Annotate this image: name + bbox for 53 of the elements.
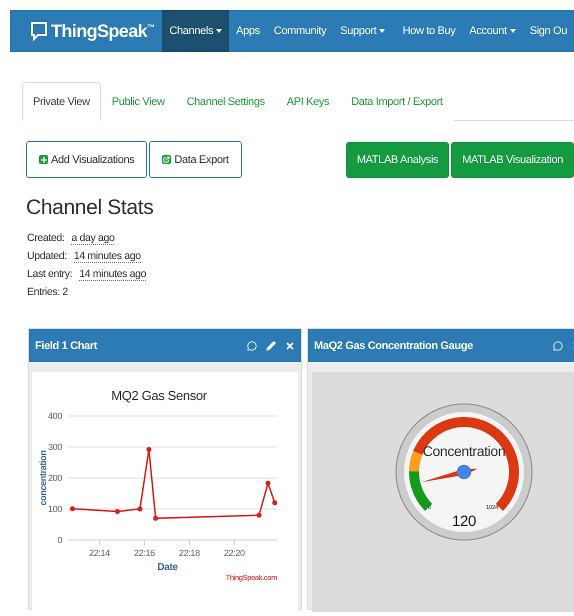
data-point <box>114 508 120 514</box>
stat-value: 14 minutes ago <box>79 268 146 281</box>
comment-icon[interactable] <box>553 340 563 350</box>
chart-title: MQ2 Gas Sensor <box>111 388 207 403</box>
stat-label: Entries: 2 <box>27 286 68 298</box>
speech-bubble-icon <box>30 21 48 41</box>
data-point <box>137 506 142 512</box>
nav-item[interactable]: Apps <box>229 10 267 52</box>
nav-item[interactable]: Support <box>333 10 392 52</box>
section-title: Channel Stats <box>26 196 154 220</box>
stat-label: Updated: <box>27 250 67 263</box>
comment-icon[interactable] <box>247 340 257 350</box>
stat-label: Created: <box>27 232 64 245</box>
action-button[interactable]: Add Visualizations <box>26 141 148 178</box>
y-axis-label: concentration <box>38 450 48 506</box>
y-tick-label: 400 <box>48 411 62 421</box>
nav-item[interactable]: How to Buy <box>396 10 462 52</box>
stat-value: 14 minutes ago <box>74 250 141 263</box>
nav-item[interactable]: Channels <box>162 10 230 52</box>
data-point <box>153 516 158 521</box>
y-tick-label: 300 <box>48 442 62 452</box>
pencil-icon[interactable] <box>266 340 276 350</box>
plus-icon <box>39 155 48 164</box>
data-point <box>256 512 262 518</box>
nav-item[interactable]: Account <box>462 10 523 52</box>
gauge-hub <box>456 464 472 480</box>
y-tick-label: 0 <box>57 535 62 545</box>
action-button[interactable]: Data Export <box>149 141 242 178</box>
close-icon[interactable] <box>285 340 295 350</box>
x-tick-label: 22:20 <box>224 548 245 558</box>
x-tick-label: 22:16 <box>134 548 155 558</box>
tab[interactable]: Private View <box>22 82 101 121</box>
matlab-button[interactable]: MATLAB Visualization <box>451 142 574 178</box>
gauge-label: Concentration <box>422 443 506 459</box>
export-icon <box>162 155 172 164</box>
gauge-reading: 120 <box>452 513 476 530</box>
data-point <box>70 506 75 512</box>
matlab-button[interactable]: MATLAB Analysis <box>346 142 450 178</box>
nav-item[interactable]: Community <box>266 10 334 52</box>
brand-logo[interactable]: ThingSpeak™ <box>10 10 162 52</box>
stat-label: Last entry: <box>27 268 72 281</box>
data-point <box>146 446 152 452</box>
y-tick-label: 100 <box>48 504 62 514</box>
nav-item[interactable]: Sign Ou <box>522 10 574 52</box>
panel-title: Field 1 Chart <box>35 340 98 352</box>
x-tick-label: 22:18 <box>178 548 200 558</box>
y-tick-label: 200 <box>48 473 62 483</box>
data-point <box>272 500 278 506</box>
stat-value: a day ago <box>71 232 114 245</box>
data-point <box>266 480 270 486</box>
panel-title: MaQ2 Gas Concentration Gauge <box>314 340 474 352</box>
x-axis-label: Date <box>157 562 178 573</box>
x-tick-label: 22:14 <box>89 548 110 558</box>
